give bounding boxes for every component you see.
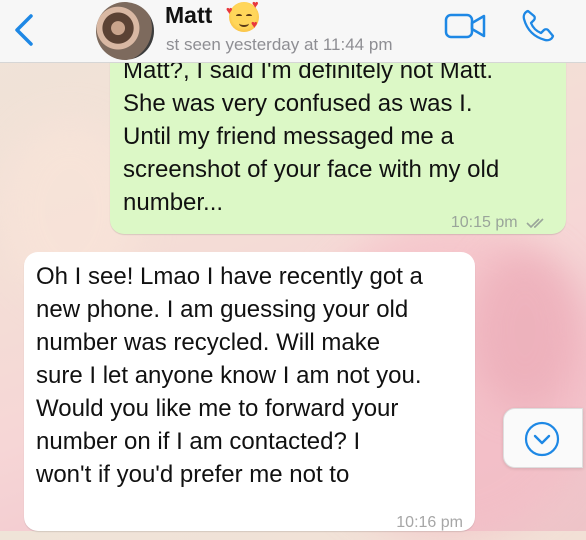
- message-time: 10:15 pm: [450, 214, 518, 231]
- contact-name[interactable]: Matt: [165, 2, 212, 29]
- back-button[interactable]: [10, 10, 40, 50]
- read-receipt-icon: [526, 218, 544, 228]
- last-seen-status: st seen yesterday at 11:44 pm: [166, 35, 393, 54]
- incoming-message-bubble[interactable]: Oh I see! Lmao I have recently got a new…: [24, 252, 475, 531]
- video-camera-icon: [444, 13, 486, 39]
- message-text: Oh I see! Lmao I have recently got a new…: [36, 263, 423, 488]
- message-time: 10:16 pm: [396, 514, 463, 531]
- video-call-button[interactable]: [444, 11, 488, 41]
- chat-header: Matt ♥ ♥ ♥ st seen yesterday at 11:44 pm: [0, 0, 586, 63]
- avatar[interactable]: [96, 2, 154, 60]
- wallpaper-blob: [470, 250, 580, 410]
- chevron-down-circle-icon: [524, 421, 560, 457]
- smiling-face-with-hearts-icon: ♥ ♥ ♥: [226, 0, 259, 32]
- scroll-to-bottom-button[interactable]: [503, 408, 583, 468]
- outgoing-message-bubble[interactable]: Matt?, I said I'm definitely not Matt. S…: [110, 40, 566, 234]
- message-text: Matt?, I said I'm definitely not Matt. S…: [123, 57, 500, 216]
- voice-call-button[interactable]: [520, 8, 556, 44]
- chevron-left-icon: [15, 14, 33, 46]
- message-meta: 10:15 pm: [451, 206, 548, 239]
- phone-icon: [522, 9, 555, 42]
